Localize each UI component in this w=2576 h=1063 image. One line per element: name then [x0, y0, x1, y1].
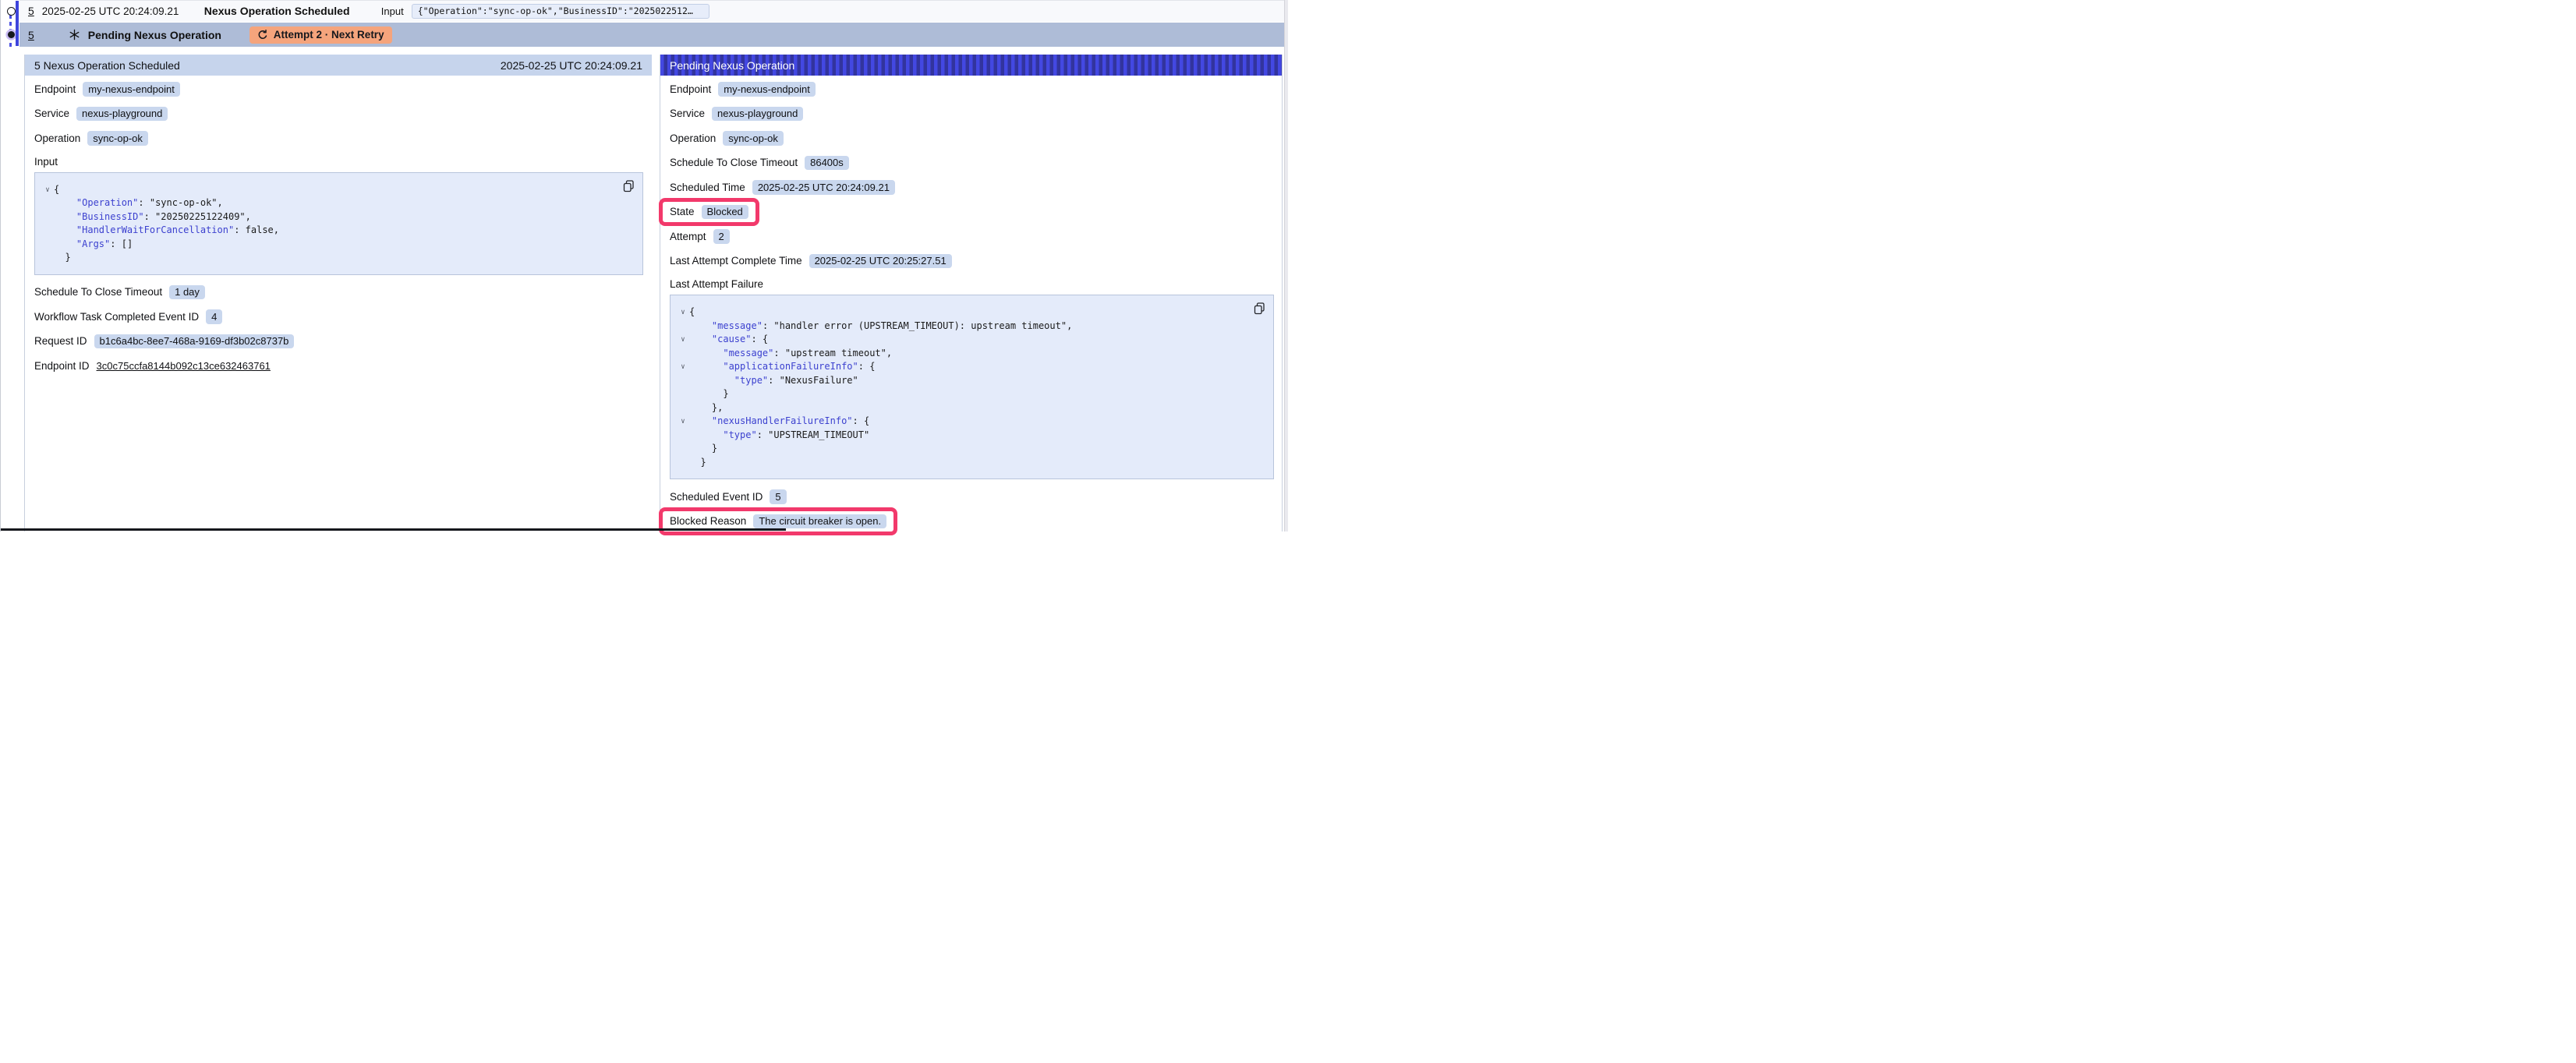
- field-label: Schedule To Close Timeout: [670, 157, 798, 168]
- field-label: Endpoint ID: [34, 360, 90, 372]
- field-label: Operation: [670, 132, 716, 144]
- input-preview-chip: {"Operation":"sync-op-ok","BusinessID":"…: [412, 4, 709, 19]
- field-value-chip: sync-op-ok: [723, 131, 784, 146]
- field-label: Schedule To Close Timeout: [34, 286, 162, 298]
- field-row: Operation sync-op-ok: [670, 131, 1282, 146]
- collapse-chevron-icon[interactable]: ∨: [677, 361, 689, 374]
- field-label: Scheduled Event ID: [670, 491, 763, 503]
- asterisk-icon: [69, 29, 80, 41]
- event-row-pending[interactable]: 5 Pending Nexus Operation Attempt 2 · Ne…: [19, 23, 1288, 47]
- input-json-viewer: ∨{ "Operation": "sync-op-ok", "BusinessI…: [34, 172, 643, 275]
- field-row: Endpoint my-nexus-endpoint: [670, 82, 1282, 97]
- timeline-event-circle-icon: [7, 7, 16, 16]
- field-row: Attempt 2: [670, 229, 1282, 244]
- field-row: Operation sync-op-ok: [34, 131, 652, 146]
- event-id-link[interactable]: 5: [28, 5, 34, 17]
- field-value-chip: 2025-02-25 UTC 20:24:09.21: [752, 180, 895, 195]
- field-label: Service: [34, 108, 69, 119]
- field-value-link[interactable]: 3c0c75ccfa8144b092c13ce632463761: [97, 360, 271, 372]
- field-row: Endpoint ID 3c0c75ccfa8144b092c13ce632463…: [34, 358, 652, 373]
- field-row: Workflow Task Completed Event ID 4: [34, 309, 652, 324]
- annotation-highlight-box: Blocked Reason The circuit breaker is ope…: [659, 507, 897, 536]
- collapse-chevron-icon[interactable]: ∨: [41, 184, 54, 197]
- pending-panel-header[interactable]: Pending Nexus Operation: [660, 55, 1282, 76]
- last-attempt-failure-label: Last Attempt Failure: [670, 278, 1282, 290]
- field-row: Endpoint my-nexus-endpoint: [34, 82, 652, 97]
- failure-json-viewer: ∨{ "message": "handler error (UPSTREAM_T…: [670, 295, 1274, 479]
- field-label: Service: [670, 108, 705, 119]
- field-row: Scheduled Time 2025-02-25 UTC 20:24:09.21: [670, 180, 1282, 195]
- input-section-label: Input: [34, 156, 652, 168]
- field-value-chip: my-nexus-endpoint: [718, 82, 816, 97]
- retry-badge-label: Attempt 2 · Next Retry: [274, 29, 384, 41]
- scheduled-panel-header[interactable]: 5 Nexus Operation Scheduled 2025-02-25 U…: [25, 55, 652, 76]
- scheduled-event-detail-panel: 5 Nexus Operation Scheduled 2025-02-25 U…: [24, 55, 652, 532]
- field-row: Service nexus-playground: [34, 107, 652, 122]
- field-value-chip: sync-op-ok: [87, 131, 148, 146]
- retry-attempt-badge: Attempt 2 · Next Retry: [249, 26, 392, 44]
- field-label: Attempt: [670, 231, 706, 242]
- field-value-chip: my-nexus-endpoint: [83, 82, 180, 97]
- field-value-chip: b1c6a4bc-8ee7-468a-9169-df3b02c8737b: [94, 334, 295, 349]
- collapse-chevron-icon[interactable]: ∨: [677, 334, 689, 347]
- input-label: Input: [381, 5, 404, 17]
- field-row: State Blocked: [670, 205, 1282, 220]
- field-value-chip: nexus-playground: [712, 107, 803, 122]
- collapse-chevron-icon[interactable]: ∨: [677, 415, 689, 429]
- field-label: Blocked Reason: [670, 515, 746, 527]
- copy-icon: [1254, 302, 1265, 315]
- field-label: Last Attempt Complete Time: [670, 255, 802, 267]
- field-row: Request ID b1c6a4bc-8ee7-468a-9169-df3b02…: [34, 334, 652, 349]
- field-value-chip: The circuit breaker is open.: [753, 514, 886, 529]
- field-row: Blocked Reason The circuit breaker is ope…: [670, 514, 1282, 529]
- event-title: Nexus Operation Scheduled: [204, 5, 381, 17]
- field-value-chip: 2025-02-25 UTC 20:25:27.51: [809, 254, 952, 269]
- field-label: Workflow Task Completed Event ID: [34, 311, 199, 323]
- field-value-chip: 1 day: [169, 285, 205, 300]
- field-value-chip: 4: [206, 309, 222, 324]
- field-value-chip: Blocked: [702, 205, 748, 220]
- field-row: Service nexus-playground: [670, 107, 1282, 122]
- field-label: Endpoint: [670, 83, 711, 95]
- copy-button[interactable]: [623, 180, 635, 192]
- field-label: Operation: [34, 132, 80, 144]
- copy-icon: [623, 180, 635, 192]
- field-label: Endpoint: [34, 83, 76, 95]
- retry-icon: [257, 30, 268, 41]
- copy-button[interactable]: [1254, 302, 1265, 315]
- field-row: Scheduled Event ID 5: [670, 489, 1282, 504]
- field-value-chip: 2: [713, 229, 730, 244]
- vertical-scrollbar[interactable]: [1284, 0, 1288, 532]
- event-timestamp: 2025-02-25 UTC 20:24:09.21: [42, 5, 197, 17]
- annotation-highlight-box: State Blocked: [659, 198, 759, 227]
- event-row-scheduled[interactable]: 5 2025-02-25 UTC 20:24:09.21 Nexus Opera…: [19, 0, 1286, 22]
- collapse-chevron-icon[interactable]: ∨: [677, 306, 689, 320]
- selected-events-indicator-bar: [16, 1, 19, 46]
- event-id-link[interactable]: 5: [28, 29, 34, 41]
- event-title: Pending Nexus Operation: [88, 29, 237, 41]
- field-row: Schedule To Close Timeout 86400s: [670, 156, 1282, 171]
- window-bottom-edge: [1, 528, 786, 531]
- field-row: Last Attempt Complete Time 2025-02-25 UTC…: [670, 254, 1282, 269]
- pending-operation-detail-panel: Pending Nexus Operation Endpoint my-nexus…: [660, 55, 1283, 532]
- panel-title: Pending Nexus Operation: [670, 59, 1272, 72]
- timeline-pending-dot-icon: [8, 31, 15, 38]
- panel-title: 5 Nexus Operation Scheduled: [34, 59, 501, 72]
- field-value-chip: 5: [770, 489, 786, 504]
- field-value-chip: 86400s: [805, 156, 849, 171]
- field-value-chip: nexus-playground: [76, 107, 168, 122]
- field-row: Schedule To Close Timeout 1 day: [34, 285, 652, 300]
- field-label: Request ID: [34, 335, 87, 347]
- field-label: State: [670, 206, 695, 217]
- field-label: Scheduled Time: [670, 182, 745, 193]
- panel-timestamp: 2025-02-25 UTC 20:24:09.21: [501, 59, 642, 72]
